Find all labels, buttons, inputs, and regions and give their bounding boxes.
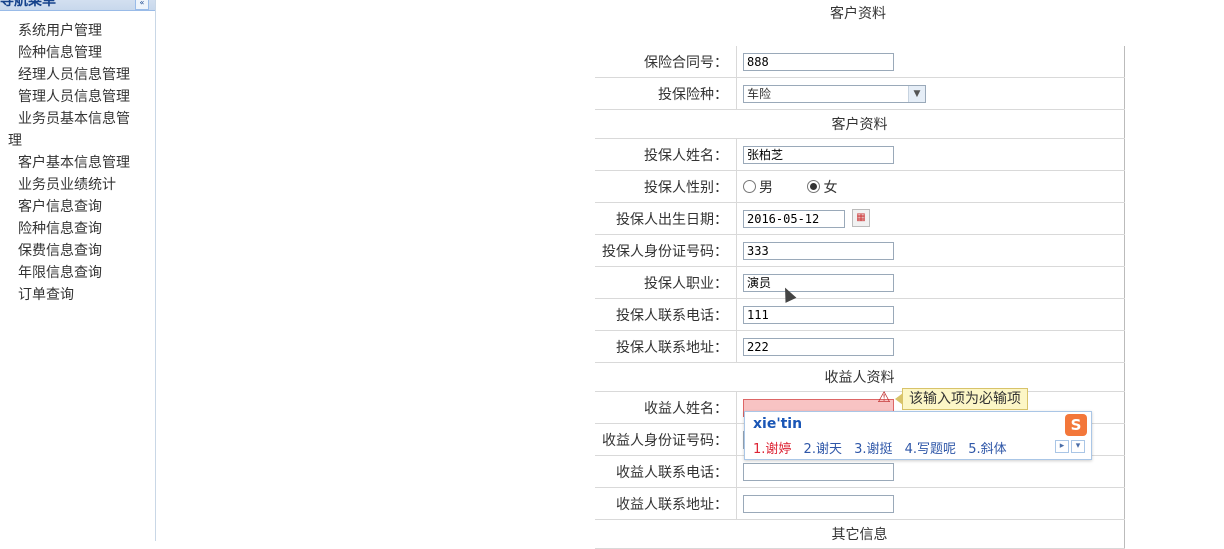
menu-item-customer-query[interactable]: 客户信息查询: [0, 196, 140, 218]
job-label: 投保人职业：: [595, 266, 737, 299]
row-id-no: 投保人身份证号码：: [595, 234, 1125, 267]
ime-candidate[interactable]: 5.斜体: [968, 442, 1006, 457]
row-birthdate: 投保人出生日期： ▦: [595, 202, 1125, 235]
sidebar-title: 导航菜单: [0, 0, 56, 9]
contract-no-input[interactable]: [743, 52, 894, 71]
gender-male-radio[interactable]: [743, 179, 756, 193]
phone-input[interactable]: [743, 305, 894, 324]
menu-item-term-query[interactable]: 年限信息查询: [0, 262, 140, 284]
customer-form: 保险合同号： 投保险种： 车险▼ 客户资料 投保人姓名： 投保人性别： 男 女 …: [595, 46, 1125, 549]
birthdate-input[interactable]: [743, 209, 845, 228]
ime-candidate[interactable]: 3.谢挺: [854, 442, 892, 457]
insurance-type-select[interactable]: 车险 ▼: [743, 84, 926, 103]
warning-icon: ⚠: [877, 388, 891, 406]
name-label: 投保人姓名：: [595, 138, 737, 171]
ime-candidate[interactable]: 2.谢天: [804, 442, 842, 457]
section-customer-title: 客户资料: [595, 109, 1125, 139]
ime-pager: ▸ ▾: [1053, 440, 1085, 453]
menu-item-managers-info[interactable]: 经理人员信息管理: [0, 64, 140, 86]
b-address-label: 收益人联系地址：: [595, 487, 737, 520]
b-id-no-label: 收益人身份证号码：: [595, 423, 737, 456]
row-contract-no: 保险合同号：: [595, 46, 1125, 78]
sidebar-header: 导航菜单 «: [0, 0, 155, 11]
nav-menu: 系统用户管理 险种信息管理 经理人员信息管理 管理人员信息管理 业务员基本信息管…: [0, 20, 140, 306]
ime-candidates: 1.谢婷 2.谢天 3.谢挺 4.写题呢 5.斜体: [753, 438, 1015, 457]
row-b-phone: 收益人联系电话：: [595, 455, 1125, 488]
ime-candidate[interactable]: 1.谢婷: [753, 442, 791, 457]
menu-item-salesman-info-line1: 业务员基本信息管: [18, 111, 130, 127]
collapse-icon[interactable]: «: [135, 0, 149, 10]
b-name-label: 收益人姓名：: [595, 391, 737, 424]
menu-item-system-users[interactable]: 系统用户管理: [0, 20, 140, 42]
address-input[interactable]: [743, 337, 894, 356]
section-customer: 客户资料: [595, 109, 1125, 139]
next-page-icon[interactable]: ▸: [1055, 440, 1069, 453]
gender-label: 投保人性别：: [595, 170, 737, 203]
name-input[interactable]: [743, 145, 894, 164]
menu-item-insurance-types[interactable]: 险种信息管理: [0, 42, 140, 64]
section-beneficiary-title: 收益人资料: [595, 362, 1125, 392]
gender-female-radio[interactable]: [807, 179, 821, 193]
menu-item-premium-query[interactable]: 保费信息查询: [0, 240, 140, 262]
menu-item-order-query[interactable]: 订单查询: [0, 284, 140, 306]
menu-item-salesman-info[interactable]: 业务员基本信息管理: [0, 108, 140, 152]
page-title: 客户资料: [830, 6, 886, 22]
gender-male-label: 男: [759, 179, 773, 196]
menu-item-customer-info[interactable]: 客户基本信息管理: [0, 152, 140, 174]
ime-candidate-window: xie'tin S 1.谢婷 2.谢天 3.谢挺 4.写题呢 5.斜体 ▸ ▾: [744, 411, 1092, 460]
job-input[interactable]: [743, 273, 894, 292]
b-phone-input[interactable]: [743, 462, 894, 481]
insurance-type-value: 车险: [747, 86, 772, 101]
menu-item-sales-stats[interactable]: 业务员业绩统计: [0, 174, 140, 196]
section-other: 其它信息: [595, 519, 1125, 549]
menu-item-admin-info[interactable]: 管理人员信息管理: [0, 86, 140, 108]
row-gender: 投保人性别： 男 女: [595, 170, 1125, 203]
phone-label: 投保人联系电话：: [595, 298, 737, 331]
ime-candidate[interactable]: 4.写题呢: [905, 442, 956, 457]
menu-item-salesman-info-line2: 理: [8, 133, 22, 149]
section-beneficiary: 收益人资料: [595, 362, 1125, 392]
sidebar: 导航菜单 « 系统用户管理 险种信息管理 经理人员信息管理 管理人员信息管理 业…: [0, 0, 156, 541]
address-label: 投保人联系地址：: [595, 330, 737, 363]
section-other-title: 其它信息: [595, 519, 1125, 549]
contract-no-label: 保险合同号：: [595, 46, 737, 78]
b-phone-label: 收益人联系电话：: [595, 455, 737, 488]
expand-icon[interactable]: ▾: [1071, 440, 1085, 453]
calendar-icon[interactable]: ▦: [852, 208, 870, 227]
ime-composition: xie'tin: [753, 416, 803, 432]
row-b-address: 收益人联系地址：: [595, 487, 1125, 520]
sogou-logo-icon: S: [1065, 414, 1087, 436]
id-no-input[interactable]: [743, 241, 894, 260]
row-job: 投保人职业：: [595, 266, 1125, 299]
birthdate-label: 投保人出生日期：: [595, 202, 737, 235]
row-address: 投保人联系地址：: [595, 330, 1125, 363]
b-address-input[interactable]: [743, 494, 894, 513]
row-name: 投保人姓名：: [595, 138, 1125, 171]
chevron-down-icon[interactable]: ▼: [908, 85, 925, 102]
menu-item-insurance-query[interactable]: 险种信息查询: [0, 218, 140, 240]
insurance-type-label: 投保险种：: [595, 77, 737, 110]
validation-tooltip: 该输入项为必输项: [895, 388, 1028, 410]
gender-female-label: 女: [823, 179, 838, 196]
id-no-label: 投保人身份证号码：: [595, 234, 737, 267]
row-phone: 投保人联系电话：: [595, 298, 1125, 331]
row-insurance-type: 投保险种： 车险 ▼: [595, 77, 1125, 110]
